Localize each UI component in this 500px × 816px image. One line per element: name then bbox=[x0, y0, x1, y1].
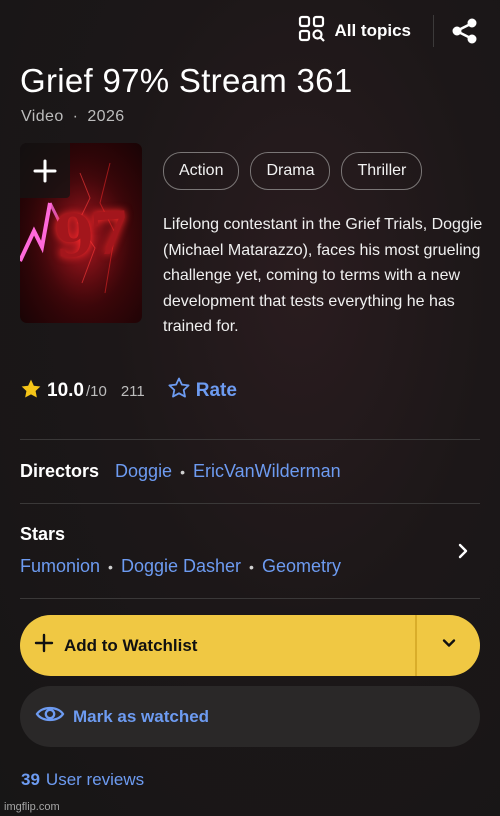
star-link[interactable]: Doggie Dasher bbox=[121, 556, 241, 577]
chevron-right-icon[interactable] bbox=[454, 541, 472, 561]
divider bbox=[20, 439, 480, 440]
reviews-label: User reviews bbox=[45, 770, 145, 789]
add-to-watchlist-button[interactable]: Add to Watchlist bbox=[20, 615, 480, 676]
directors-label: Directors bbox=[20, 461, 100, 481]
media-type: Video bbox=[21, 108, 64, 125]
poster-art-text: 97 bbox=[51, 198, 130, 272]
watchlist-dropdown-button[interactable] bbox=[417, 615, 480, 676]
rating-score: 10.0 bbox=[47, 380, 84, 401]
separator-dot: • bbox=[108, 558, 113, 575]
rate-button[interactable]: Rate bbox=[167, 376, 237, 406]
title-meta: Video · 2026 bbox=[21, 108, 125, 126]
divider bbox=[20, 598, 480, 599]
all-topics-button[interactable]: All topics bbox=[298, 15, 411, 48]
topics-grid-search-icon bbox=[298, 15, 326, 48]
divider bbox=[20, 503, 480, 504]
genre-chip-action[interactable]: Action bbox=[163, 152, 240, 190]
rating-votes: 211 bbox=[120, 382, 145, 400]
star-link[interactable]: Fumonion bbox=[20, 556, 100, 577]
meta-separator: · bbox=[72, 108, 79, 125]
rate-label: Rate bbox=[195, 380, 237, 401]
star-icon bbox=[20, 378, 42, 405]
watched-label: Mark as watched bbox=[73, 706, 210, 726]
plot-summary: Lifelong contestant in the Grief Trials,… bbox=[163, 216, 483, 335]
watermark: imgflip.com bbox=[4, 801, 60, 813]
mark-as-watched-button[interactable]: Mark as watched bbox=[20, 686, 480, 747]
eye-icon bbox=[35, 703, 65, 730]
genre-chip-thriller[interactable]: Thriller bbox=[341, 152, 423, 190]
genre-chips: Action Drama Thriller bbox=[163, 152, 423, 190]
stars-list: Fumonion • Doggie Dasher • Geometry bbox=[20, 556, 341, 577]
genre-chip-drama[interactable]: Drama bbox=[250, 152, 331, 190]
separator-dot: • bbox=[249, 558, 254, 575]
chevron-down-icon bbox=[440, 634, 458, 657]
release-year: 2026 bbox=[87, 108, 125, 125]
director-link[interactable]: Doggie bbox=[115, 461, 172, 482]
director-link[interactable]: EricVanWilderman bbox=[193, 461, 341, 482]
stars-label: Stars bbox=[20, 524, 66, 544]
plus-icon bbox=[34, 633, 54, 658]
rating-row: 10.0 /10 211 Rate bbox=[20, 377, 237, 405]
star-link[interactable]: Geometry bbox=[262, 556, 341, 577]
top-bar: All topics bbox=[298, 14, 478, 48]
watchlist-label: Add to Watchlist bbox=[64, 635, 198, 655]
user-reviews-link[interactable]: 39 User reviews bbox=[21, 770, 144, 790]
header-divider bbox=[433, 15, 434, 47]
star-outline-icon bbox=[167, 376, 191, 406]
page-title: Grief 97% Stream 361 bbox=[20, 62, 353, 99]
poster-image[interactable]: 97 bbox=[20, 143, 142, 323]
add-to-list-icon[interactable] bbox=[20, 143, 70, 198]
separator-dot: • bbox=[180, 463, 185, 480]
watchlist-main[interactable]: Add to Watchlist bbox=[20, 615, 415, 676]
rating-max: /10 bbox=[85, 382, 107, 400]
review-count: 39 bbox=[21, 770, 40, 789]
share-icon[interactable] bbox=[452, 18, 478, 44]
all-topics-label: All topics bbox=[334, 21, 411, 40]
directors-row: Directors Doggie • EricVanWilderman bbox=[20, 461, 341, 482]
